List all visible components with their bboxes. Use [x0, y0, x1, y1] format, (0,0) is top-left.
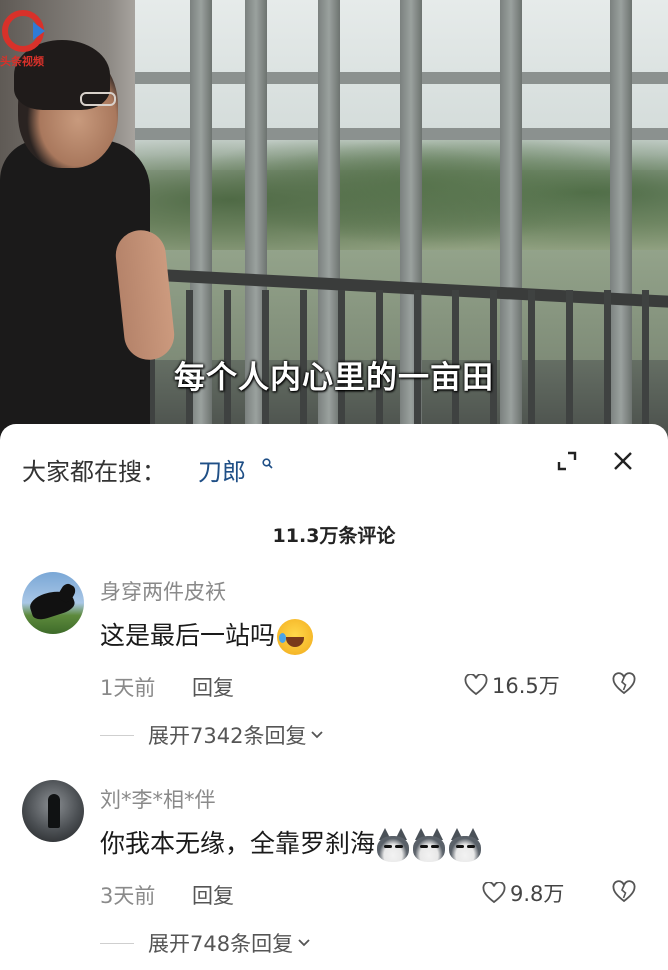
like-button[interactable]: 9.8万 [482, 880, 564, 906]
comment-count: 11.3万条评论 [272, 525, 396, 547]
like-count: 9.8万 [510, 882, 565, 906]
comment-username[interactable]: 身穿两件皮袄 [100, 576, 226, 606]
comment-body: 这是最后一站吗 [100, 621, 276, 650]
reply-button[interactable]: 回复 [192, 880, 234, 910]
comment-text: 你我本无缘，全靠罗刹海 [100, 824, 483, 862]
heart-icon [464, 674, 488, 696]
video-subtitle: 每个人内心里的一亩田 [174, 360, 494, 396]
like-count: 16.5万 [492, 674, 560, 698]
avatar[interactable] [22, 780, 84, 842]
broken-heart-icon[interactable] [612, 880, 636, 904]
trending-search-label: 大家都在搜： [22, 458, 166, 486]
expand-replies-label: 展开748条回复 [148, 932, 294, 956]
husky-emoji-icon [375, 828, 411, 862]
comment-text: 这是最后一站吗 [100, 616, 314, 655]
channel-logo: 头条视频 [0, 6, 46, 68]
comment-time: 3天前 [100, 884, 156, 908]
chevron-down-icon [298, 939, 310, 947]
expand-replies-label: 展开7342条回复 [148, 724, 307, 748]
comment-sheet: 大家都在搜： 刀郎 11.3万条评论 身穿两件皮袄 这是最后一站吗 1天前 回复… [0, 424, 668, 970]
heart-icon [482, 882, 506, 904]
comment-username[interactable]: 刘*李*相*伴 [100, 784, 216, 814]
comment-body: 你我本无缘，全靠罗刹海 [100, 829, 376, 858]
reply-button[interactable]: 回复 [192, 672, 234, 702]
comment-time: 1天前 [100, 676, 156, 700]
search-icon[interactable] [262, 458, 273, 469]
laughing-tears-emoji-icon [277, 619, 314, 655]
husky-emoji-icon [411, 828, 447, 862]
divider [100, 942, 134, 944]
expand-replies-button[interactable]: 展开7342条回复 [100, 720, 324, 750]
expand-replies-button[interactable]: 展开748条回复 [100, 928, 311, 958]
expand-icon[interactable] [556, 450, 578, 472]
avatar[interactable] [22, 572, 84, 634]
divider [100, 734, 134, 736]
husky-emoji-icon [447, 828, 483, 862]
broken-heart-icon[interactable] [612, 672, 636, 696]
chevron-down-icon [311, 731, 324, 739]
trending-search-link[interactable]: 刀郎 [198, 452, 246, 487]
sheet-header: 大家都在搜： 刀郎 [0, 424, 668, 504]
logo-text: 头条视频 [0, 55, 44, 68]
close-icon[interactable] [612, 450, 634, 472]
like-button[interactable]: 16.5万 [464, 672, 560, 698]
video-player[interactable]: 头条视频 每个人内心里的一亩田 [0, 0, 668, 440]
